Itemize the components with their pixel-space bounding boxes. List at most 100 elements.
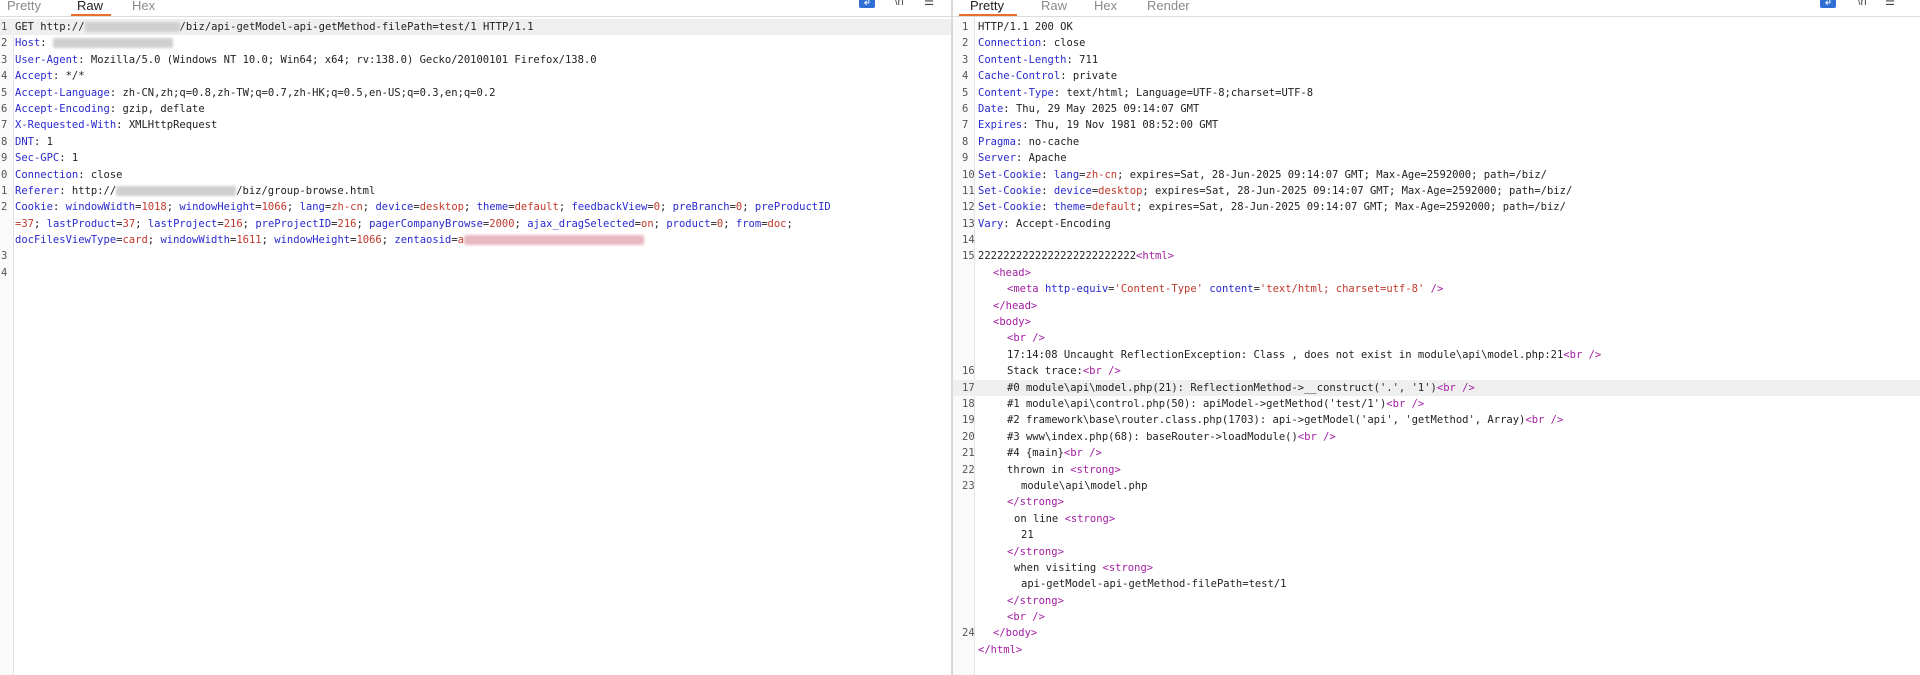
line-number: 19: [962, 414, 975, 427]
code-line: 0 Connection: close: [0, 167, 951, 183]
code-line: 4 Accept: */*: [0, 68, 951, 84]
code-line: 7 Expires: Thu, 19 Nov 1981 08:52:00 GMT: [953, 117, 1920, 133]
line-number: 20: [962, 430, 975, 443]
line-number: 7: [1, 119, 8, 132]
code-line: <head>: [993, 266, 1031, 279]
line-number: 8: [1, 135, 8, 148]
code-line: </strong>: [1007, 594, 1064, 607]
line-number: 9: [1, 152, 8, 165]
code-line: 18 #1 module\api\control.php(50): apiMode…: [953, 396, 1920, 412]
code-line: 9 Sec-GPC: 1: [0, 150, 951, 166]
line-number: 21: [962, 447, 975, 460]
response-tabbar: Pretty Raw Hex Render ↲ \n ☰: [953, 0, 1920, 17]
line-number: 3: [962, 53, 969, 66]
code-line: =37; lastProduct=37; lastProject=216; pr…: [15, 217, 793, 230]
code-line: 19 #2 framework\base\router.class.php(170…: [953, 412, 1920, 428]
tab-response-render[interactable]: Render: [1147, 0, 1190, 13]
newline-icon[interactable]: \n: [1854, 0, 1870, 8]
line-number: 22: [962, 463, 975, 476]
response-editor[interactable]: 1 HTTP/1.1 200 OK 2 Connection: close 3 Conte…: [953, 19, 1920, 658]
redacted-text: [463, 235, 644, 246]
code-line: 3 User-Agent: Mozilla/5.0 (Windows NT 10.…: [0, 52, 951, 68]
line-number: 7: [962, 119, 969, 132]
request-tabbar: Pretty Raw Hex ↲ \n ☰: [0, 0, 951, 17]
code-line: 7 X-Requested-With: XMLHttpRequest: [0, 117, 951, 133]
line-number: 4: [1, 266, 8, 279]
code-line: 17:14:08 Uncaught ReflectionException: C…: [1007, 348, 1602, 361]
line-number: 4: [1, 70, 8, 83]
line-number: 1: [962, 21, 969, 33]
code-line: 5 Content-Type: text/html; Language=UTF-8…: [953, 85, 1920, 101]
code-line: 20 #3 www\index.php(68): baseRouter->load…: [953, 429, 1920, 445]
line-number: 5: [962, 86, 969, 99]
wrap-icon[interactable]: ↲: [859, 0, 875, 8]
code-line: </strong>: [1007, 545, 1064, 558]
code-line: </html>: [978, 643, 1023, 656]
line-number: 2: [1, 201, 8, 214]
code-line: 6 Date: Thu, 29 May 2025 09:14:07 GMT: [953, 101, 1920, 117]
menu-icon[interactable]: ☰: [921, 0, 937, 8]
request-pane: Pretty Raw Hex ↲ \n ☰ 1 GET http:///biz/a…: [0, 0, 951, 675]
code-line: 23 module\api\model.php: [953, 478, 1920, 494]
line-number: 3: [1, 53, 8, 66]
line-number: 16: [962, 365, 975, 378]
line-number: 9: [962, 152, 969, 165]
code-line: 8 Pragma: no-cache: [953, 134, 1920, 150]
code-line: <br />: [1007, 611, 1045, 624]
tab-request-hex[interactable]: Hex: [132, 0, 155, 13]
code-line: 2 Connection: close: [953, 35, 1920, 51]
line-number: 1: [1, 21, 8, 33]
newline-icon[interactable]: \n: [891, 0, 907, 8]
redacted-text: [116, 185, 237, 196]
line-number: 3: [1, 250, 8, 263]
code-line: 21 #4 {main}<br />: [953, 445, 1920, 461]
code-line: </strong>: [1007, 496, 1064, 509]
active-tab-underline: [959, 14, 1017, 16]
line-number: 8: [962, 135, 969, 148]
tab-request-raw[interactable]: Raw: [77, 0, 103, 13]
code-line: 22 thrown in <strong>: [953, 462, 1920, 478]
tab-response-hex[interactable]: Hex: [1094, 0, 1117, 13]
redacted-text: [84, 22, 180, 32]
line-number: 17: [962, 381, 975, 394]
code-line: 2 Cookie: windowWidth=1018; windowHeight=…: [0, 199, 951, 215]
line-number: 23: [962, 479, 975, 492]
request-editor[interactable]: 1 GET http:///biz/api-getModel-api-getMet…: [0, 19, 951, 281]
code-line: 4: [0, 265, 951, 281]
line-number: 18: [962, 397, 975, 410]
redacted-text: [52, 38, 173, 49]
code-line: 15 2222222222222222222222222<html>: [953, 248, 1920, 264]
code-line: </head>: [993, 299, 1038, 312]
line-number: 13: [962, 217, 975, 230]
line-number: 11: [962, 184, 975, 197]
code-line: 1 HTTP/1.1 200 OK: [953, 19, 1920, 35]
active-tab-underline: [71, 14, 111, 16]
line-number: 15: [962, 250, 975, 263]
response-pane: Pretty Raw Hex Render ↲ \n ☰ 1 HTTP/1.1 2…: [953, 0, 1920, 675]
tab-response-raw[interactable]: Raw: [1041, 0, 1067, 13]
code-line: 13 Vary: Accept-Encoding: [953, 216, 1920, 232]
code-line: 8 DNT: 1: [0, 134, 951, 150]
code-line: 9 Server: Apache: [953, 150, 1920, 166]
code-line: 3: [0, 248, 951, 264]
code-line: on line <strong>: [1014, 512, 1116, 525]
line-number: 14: [962, 234, 975, 247]
code-line: <meta http-equiv='Content-Type' content=…: [1007, 283, 1444, 296]
code-line: 16 Stack trace:<br />: [953, 363, 1920, 379]
tab-response-pretty[interactable]: Pretty: [970, 0, 1004, 13]
line-number: 6: [1, 102, 8, 115]
line-number: 5: [1, 86, 8, 99]
code-line: 1 GET http:///biz/api-getModel-api-getMet…: [0, 19, 951, 36]
menu-icon[interactable]: ☰: [1882, 0, 1898, 8]
tab-request-pretty[interactable]: Pretty: [7, 0, 41, 13]
line-number: 1: [1, 184, 8, 197]
code-line: 17 #0 module\api\model.php(21): Reflectio…: [953, 379, 1920, 396]
code-line: 12 Set-Cookie: theme=default; expires=Sat…: [953, 199, 1920, 215]
line-number: 4: [962, 70, 969, 83]
code-line: 21: [1021, 529, 1034, 542]
line-number: 2: [1, 37, 8, 50]
code-line: 3 Content-Length: 711: [953, 52, 1920, 68]
wrap-icon[interactable]: ↲: [1820, 0, 1836, 8]
code-line: when visiting <strong>: [1014, 561, 1154, 574]
line-number: 24: [962, 627, 975, 640]
